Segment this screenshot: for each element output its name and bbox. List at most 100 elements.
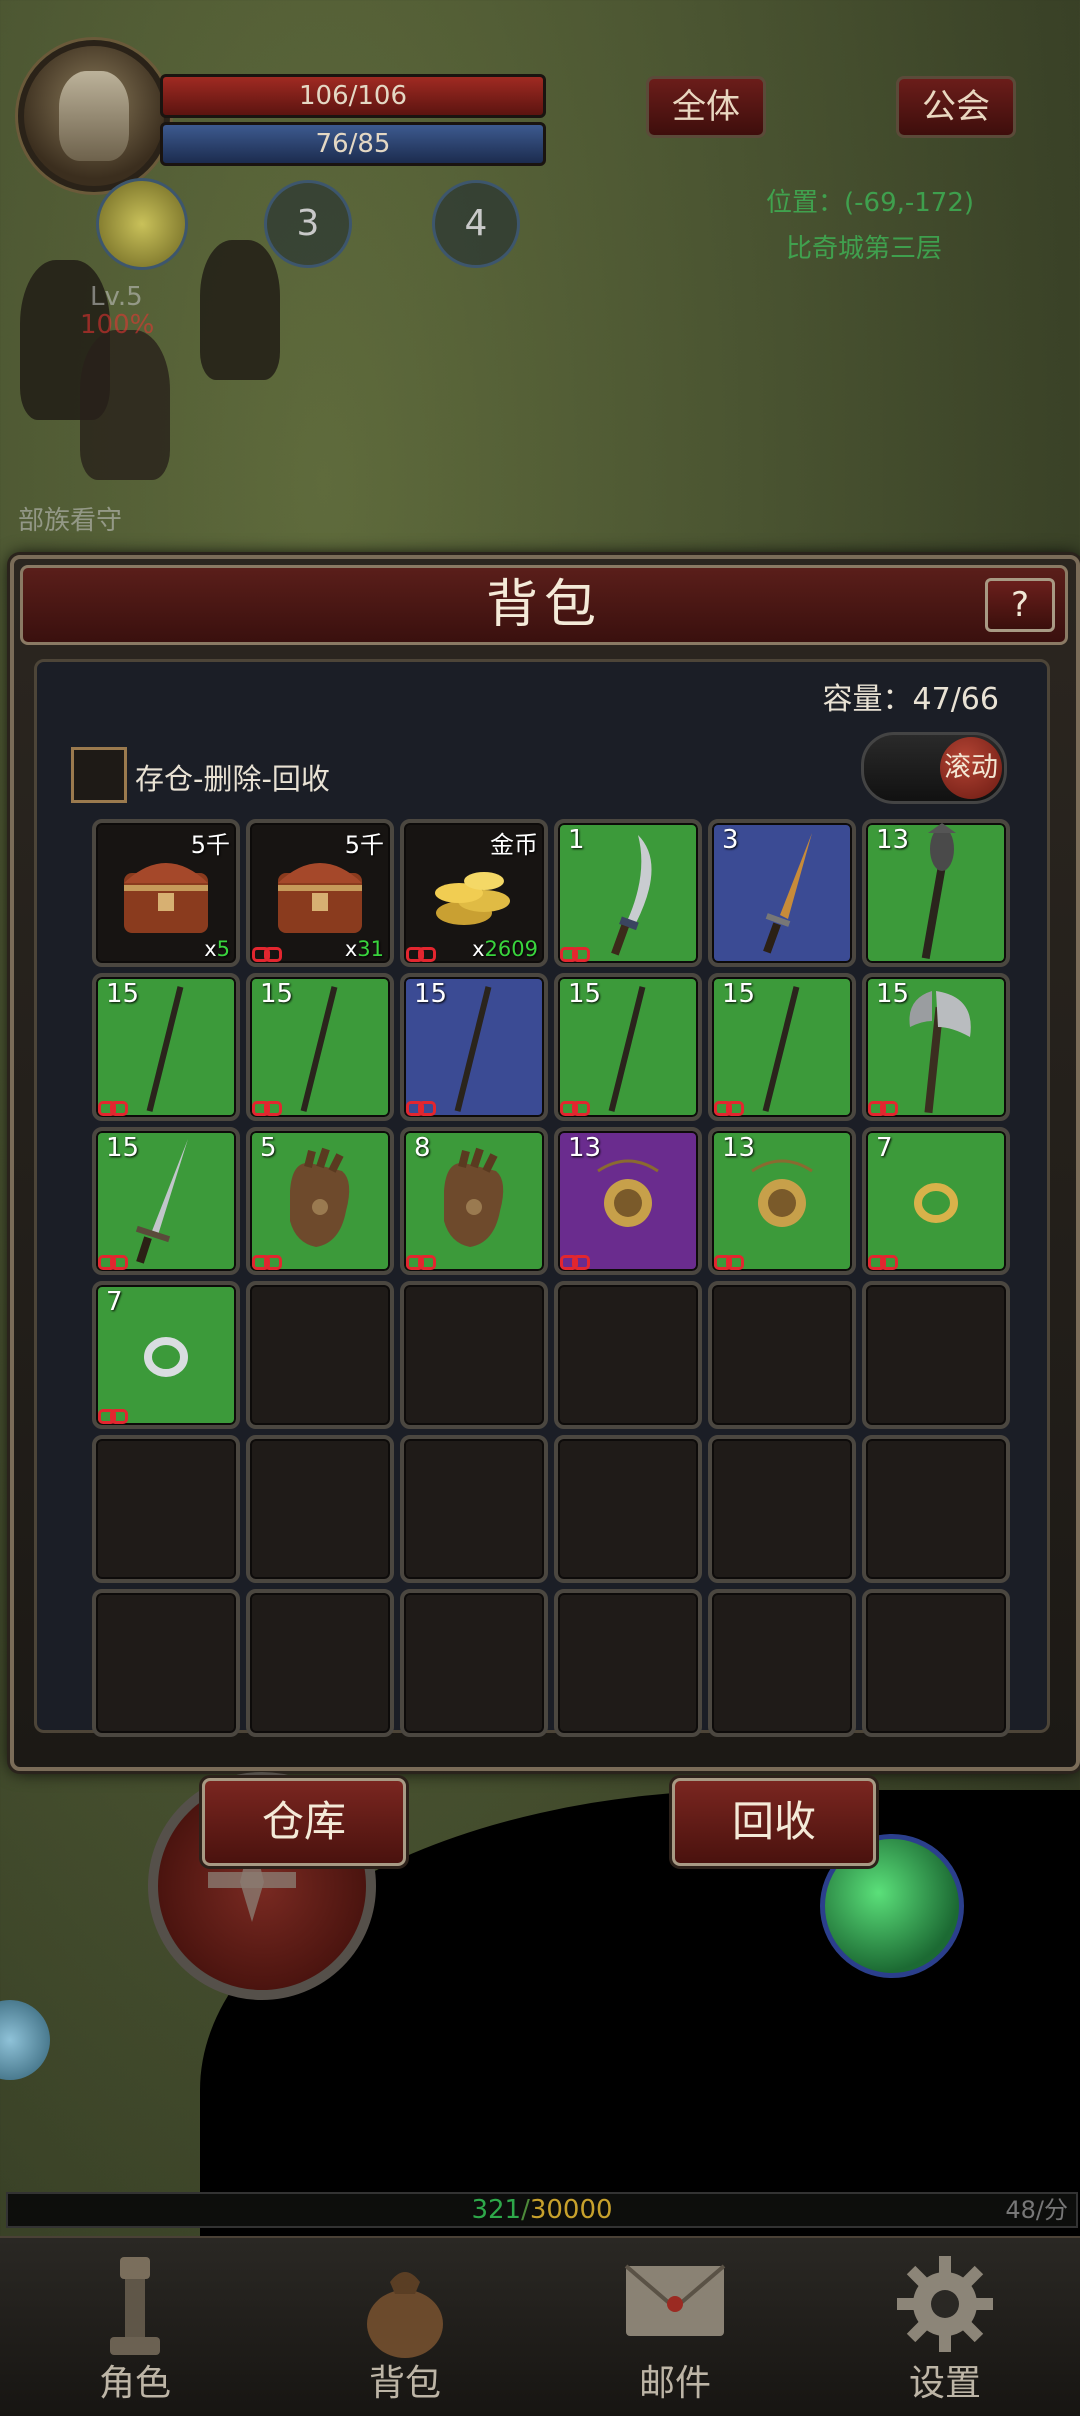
item-quantity-prefix: x — [204, 937, 217, 961]
bound-chain-icon — [560, 1099, 590, 1116]
nav-label: 背包 — [368, 2363, 441, 2404]
chat-tab-guild[interactable]: 公会 — [896, 76, 1016, 138]
bag-title-bar: 背包 ? — [20, 565, 1068, 645]
inventory-slot-empty[interactable] — [862, 1435, 1010, 1583]
inventory-slot-empty[interactable] — [554, 1589, 702, 1737]
bound-chain-icon — [868, 1099, 898, 1116]
item-level: 15 — [106, 1133, 140, 1163]
item-level: 15 — [722, 979, 756, 1009]
inventory-slot-item[interactable]: 13 — [708, 1127, 856, 1275]
item-tag: 金币 — [490, 831, 538, 859]
item-tag: 5千 — [344, 831, 384, 859]
location-name: 比奇城第三层 — [786, 234, 943, 264]
item-level: 15 — [876, 979, 910, 1009]
skill-slot-3[interactable]: 3 — [264, 180, 352, 268]
inventory-slot-empty[interactable] — [554, 1281, 702, 1429]
item-level: 13 — [876, 825, 910, 855]
monster-sprite — [200, 240, 280, 380]
bag-icon — [367, 2272, 443, 2358]
exp-bar: 321/30000 48/分 — [6, 2192, 1078, 2228]
nav-settings[interactable]: 设置 — [810, 2238, 1080, 2416]
inventory-slot-item[interactable]: 15 — [708, 973, 856, 1121]
bag-title: 背包 — [485, 575, 602, 635]
nav-character[interactable]: 角色 — [0, 2238, 270, 2416]
inventory-slot-empty[interactable] — [400, 1281, 548, 1429]
inventory-slot-item[interactable]: 7 — [862, 1127, 1010, 1275]
item-level: 15 — [568, 979, 602, 1009]
inventory-slot-item[interactable]: 15 — [862, 973, 1010, 1121]
mail-icon — [624, 2264, 726, 2336]
bound-chain-icon — [98, 1407, 128, 1424]
item-quantity-value: 5 — [216, 937, 230, 961]
item-level: 7 — [106, 1287, 123, 1317]
gear-icon — [897, 2256, 993, 2352]
inventory-slot-item[interactable]: 7 — [92, 1281, 240, 1429]
warehouse-button[interactable]: 仓库 — [202, 1778, 406, 1866]
item-level: 15 — [414, 979, 448, 1009]
inventory-slot-item[interactable]: 5 — [246, 1127, 394, 1275]
inventory-slot-empty[interactable] — [862, 1589, 1010, 1737]
inventory-slot-item[interactable]: 15 — [400, 973, 548, 1121]
npc-name-label: 部族看守 — [18, 506, 123, 536]
player-avatar[interactable] — [18, 40, 170, 192]
item-level: 7 — [876, 1133, 893, 1163]
item-level: 8 — [414, 1133, 431, 1163]
nav-bag[interactable]: 背包 — [270, 2238, 540, 2416]
inventory-slot-item[interactable]: 8 — [400, 1127, 548, 1275]
inventory-slot-item[interactable]: 1 — [554, 819, 702, 967]
item-level: 13 — [568, 1133, 602, 1163]
bound-chain-icon — [868, 1253, 898, 1270]
inventory-slot-item[interactable]: 5千 x5 — [92, 819, 240, 967]
left-skill-orb[interactable] — [0, 2000, 50, 2080]
inventory-slot-item[interactable]: 5千 x31 — [246, 819, 394, 967]
bound-chain-icon — [252, 945, 282, 962]
inventory-slot-empty[interactable] — [708, 1435, 856, 1583]
item-quantity-value: 2609 — [484, 937, 538, 961]
recycle-button[interactable]: 回收 — [672, 1778, 876, 1866]
item-level: 3 — [722, 825, 739, 855]
inventory-slot-item[interactable]: 15 — [246, 973, 394, 1121]
inventory-slot-empty[interactable] — [92, 1435, 240, 1583]
inventory-slot-item[interactable]: 13 — [862, 819, 1010, 967]
inventory-slot-item[interactable]: 金币 x2609 — [400, 819, 548, 967]
item-quantity-prefix: x — [472, 937, 485, 961]
inventory-slot-item[interactable]: 13 — [554, 1127, 702, 1275]
skill-slot-4[interactable]: 4 — [432, 180, 520, 268]
inventory-slot-empty[interactable] — [400, 1435, 548, 1583]
item-quantity-prefix: x — [344, 937, 358, 961]
item-level: 13 — [722, 1133, 756, 1163]
nav-mail[interactable]: 邮件 — [540, 2238, 810, 2416]
inventory-slot-item[interactable]: 3 — [708, 819, 856, 967]
inventory-slot-empty[interactable] — [400, 1589, 548, 1737]
item-quantity-value: 31 — [357, 937, 384, 961]
inventory-slot-empty[interactable] — [92, 1589, 240, 1737]
bag-panel: 背包 ? 容量：47/66 存仓-删除-回收 滚动 5千 x5 5千 x31 金币 x26… — [10, 555, 1080, 1771]
inventory-slot-empty[interactable] — [246, 1281, 394, 1429]
inventory-slot-empty[interactable] — [862, 1281, 1010, 1429]
bound-chain-icon — [560, 945, 590, 962]
item-quantity: x2609 — [472, 937, 538, 961]
inventory-slot-item[interactable]: 15 — [92, 1127, 240, 1275]
inventory-slot-empty[interactable] — [246, 1435, 394, 1583]
inventory-slot-empty[interactable] — [246, 1589, 394, 1737]
exp-max: 30000 — [529, 2195, 613, 2225]
bottom-nav: 角色 背包 邮件 设置 — [0, 2236, 1080, 2416]
bound-chain-icon — [406, 1253, 436, 1270]
item-level: 15 — [106, 979, 140, 1009]
chat-tab-all[interactable]: 全体 — [646, 76, 766, 138]
inventory-slot-empty[interactable] — [554, 1435, 702, 1583]
inventory-slot-empty[interactable] — [708, 1281, 856, 1429]
item-tag: 5千 — [190, 831, 230, 859]
item-quantity: x31 — [345, 937, 384, 961]
item-level: 15 — [260, 979, 294, 1009]
bound-chain-icon — [714, 1099, 744, 1116]
pet-skull-icon[interactable] — [96, 178, 188, 270]
helmet-icon — [59, 71, 129, 161]
inventory-slot-item[interactable]: 15 — [92, 973, 240, 1121]
inventory-slot-item[interactable]: 15 — [554, 973, 702, 1121]
help-button[interactable]: ? — [985, 578, 1055, 632]
exp-rate: 48/分 — [1005, 2196, 1068, 2224]
inventory-slot-empty[interactable] — [708, 1589, 856, 1737]
position-readout: 位置：(-69,-172) — [766, 188, 975, 218]
bound-chain-icon — [406, 1099, 436, 1116]
